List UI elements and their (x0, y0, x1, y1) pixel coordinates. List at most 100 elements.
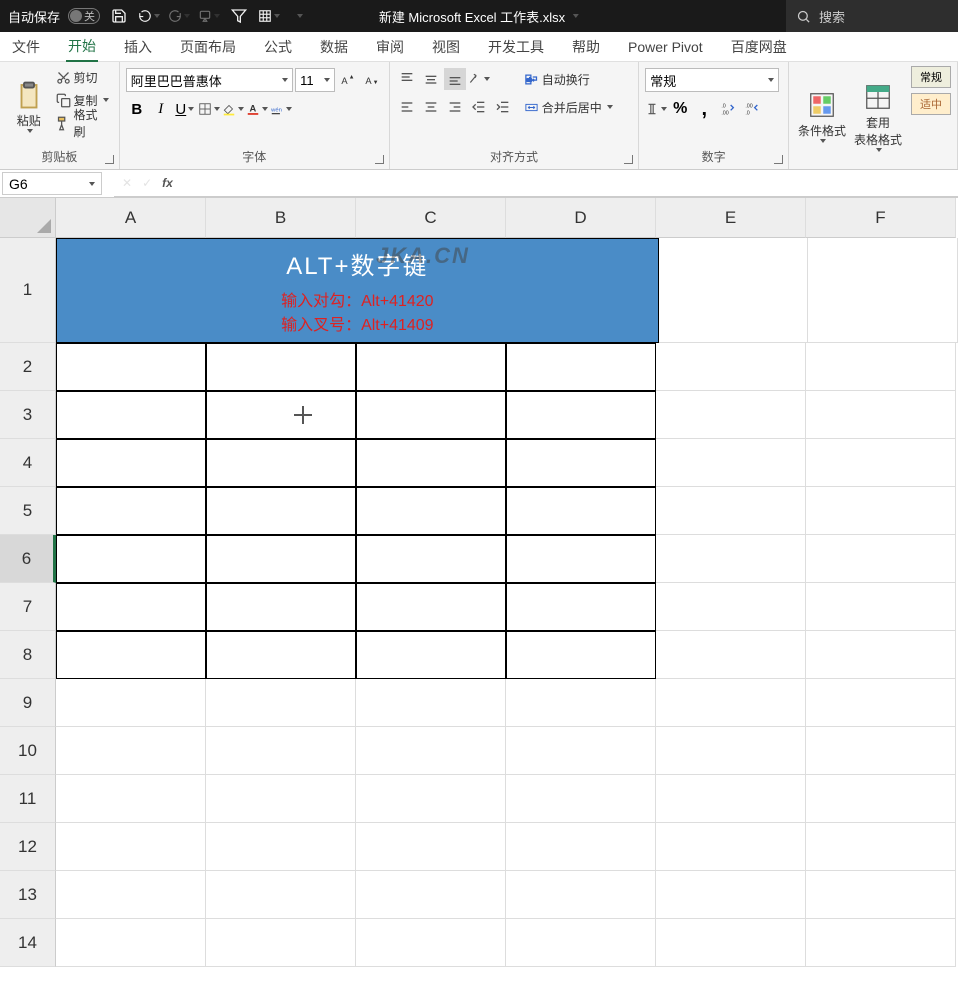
tab-help[interactable]: 帮助 (570, 33, 602, 61)
italic-button[interactable]: I (150, 98, 172, 120)
row-header-11[interactable]: 11 (0, 775, 56, 823)
cell-D4[interactable] (506, 439, 656, 487)
cell-B2[interactable] (206, 343, 356, 391)
wrap-text-button[interactable]: ab自动换行 (520, 68, 617, 90)
tab-data[interactable]: 数据 (318, 33, 350, 61)
column-header-F[interactable]: F (806, 198, 956, 238)
tab-home[interactable]: 开始 (66, 32, 98, 62)
accounting-format-icon[interactable] (645, 98, 667, 120)
cell-F11[interactable] (806, 775, 956, 823)
tab-layout[interactable]: 页面布局 (178, 33, 238, 61)
cell-E13[interactable] (656, 871, 806, 919)
cell-A3[interactable] (56, 391, 206, 439)
cell-F12[interactable] (806, 823, 956, 871)
cut-button[interactable]: 剪切 (52, 66, 113, 88)
tab-dev[interactable]: 开发工具 (486, 33, 546, 61)
select-all-triangle[interactable] (0, 198, 56, 238)
touch-icon[interactable] (198, 5, 220, 27)
cell-F2[interactable] (806, 343, 956, 391)
cell-D5[interactable] (506, 487, 656, 535)
cell-A13[interactable] (56, 871, 206, 919)
clipboard-launcher[interactable] (105, 155, 117, 167)
cell-B5[interactable] (206, 487, 356, 535)
cell-D2[interactable] (506, 343, 656, 391)
cell-D7[interactable] (506, 583, 656, 631)
cell-A7[interactable] (56, 583, 206, 631)
align-bottom-icon[interactable] (444, 68, 466, 90)
column-header-B[interactable]: B (206, 198, 356, 238)
cell-A10[interactable] (56, 727, 206, 775)
cell-D12[interactable] (506, 823, 656, 871)
increase-indent-icon[interactable] (492, 96, 514, 118)
column-header-E[interactable]: E (656, 198, 806, 238)
row-header-7[interactable]: 7 (0, 583, 56, 631)
tab-baidu[interactable]: 百度网盘 (729, 33, 789, 61)
cell-F13[interactable] (806, 871, 956, 919)
cell-F10[interactable] (806, 727, 956, 775)
bold-button[interactable]: B (126, 98, 148, 120)
align-middle-icon[interactable] (420, 68, 442, 90)
cell-B8[interactable] (206, 631, 356, 679)
cell-F6[interactable] (806, 535, 956, 583)
cell-F8[interactable] (806, 631, 956, 679)
cell-B10[interactable] (206, 727, 356, 775)
cell-A12[interactable] (56, 823, 206, 871)
cell-B12[interactable] (206, 823, 356, 871)
table-style-button[interactable]: 套用 表格格式 (849, 66, 907, 167)
cell-D13[interactable] (506, 871, 656, 919)
cell-E3[interactable] (656, 391, 806, 439)
formula-input[interactable] (224, 170, 958, 197)
cell-B9[interactable] (206, 679, 356, 727)
cell-B11[interactable] (206, 775, 356, 823)
cell-C2[interactable] (356, 343, 506, 391)
row-header-4[interactable]: 4 (0, 439, 56, 487)
align-top-icon[interactable] (396, 68, 418, 90)
cell-F5[interactable] (806, 487, 956, 535)
cell-B3[interactable] (206, 391, 356, 439)
tab-insert[interactable]: 插入 (122, 33, 154, 61)
cell-C6[interactable] (356, 535, 506, 583)
cell-F4[interactable] (806, 439, 956, 487)
tab-powerpivot[interactable]: Power Pivot (626, 35, 705, 59)
cell-style-normal[interactable]: 常规 (911, 66, 951, 88)
cell-D6[interactable] (506, 535, 656, 583)
orientation-icon[interactable] (468, 68, 490, 90)
cell-C12[interactable] (356, 823, 506, 871)
cell-C9[interactable] (356, 679, 506, 727)
cell-A2[interactable] (56, 343, 206, 391)
row-header-8[interactable]: 8 (0, 631, 56, 679)
cell-E2[interactable] (656, 343, 806, 391)
cell-style-mid[interactable]: 适中 (911, 93, 951, 115)
underline-button[interactable]: U (174, 98, 196, 120)
cell-B6[interactable] (206, 535, 356, 583)
percent-icon[interactable]: % (669, 98, 691, 120)
number-format-combo[interactable]: 常规 (645, 68, 779, 92)
cell-F14[interactable] (806, 919, 956, 967)
tab-review[interactable]: 审阅 (374, 33, 406, 61)
row-header-1[interactable]: 1 (0, 238, 56, 343)
cell-D9[interactable] (506, 679, 656, 727)
decrease-indent-icon[interactable] (468, 96, 490, 118)
cell-A14[interactable] (56, 919, 206, 967)
conditional-format-button[interactable]: 条件格式 (795, 66, 849, 167)
cell-A5[interactable] (56, 487, 206, 535)
increase-decimal-icon[interactable]: .0.00 (717, 98, 739, 120)
cell-F3[interactable] (806, 391, 956, 439)
cell-D8[interactable] (506, 631, 656, 679)
font-color-button[interactable]: A (246, 98, 268, 120)
table-icon[interactable] (258, 5, 280, 27)
comma-icon[interactable]: , (693, 98, 715, 120)
column-header-C[interactable]: C (356, 198, 506, 238)
column-header-D[interactable]: D (506, 198, 656, 238)
cell-E4[interactable] (656, 439, 806, 487)
more-commands-icon[interactable] (288, 5, 310, 27)
row-header-3[interactable]: 3 (0, 391, 56, 439)
cell-A8[interactable] (56, 631, 206, 679)
fx-icon[interactable]: fx (162, 176, 173, 190)
redo-icon[interactable] (168, 5, 190, 27)
column-header-A[interactable]: A (56, 198, 206, 238)
merge-center-button[interactable]: 合并后居中 (520, 96, 617, 118)
row-header-6[interactable]: 6 (0, 535, 56, 583)
cell-C10[interactable] (356, 727, 506, 775)
align-right-icon[interactable] (444, 96, 466, 118)
